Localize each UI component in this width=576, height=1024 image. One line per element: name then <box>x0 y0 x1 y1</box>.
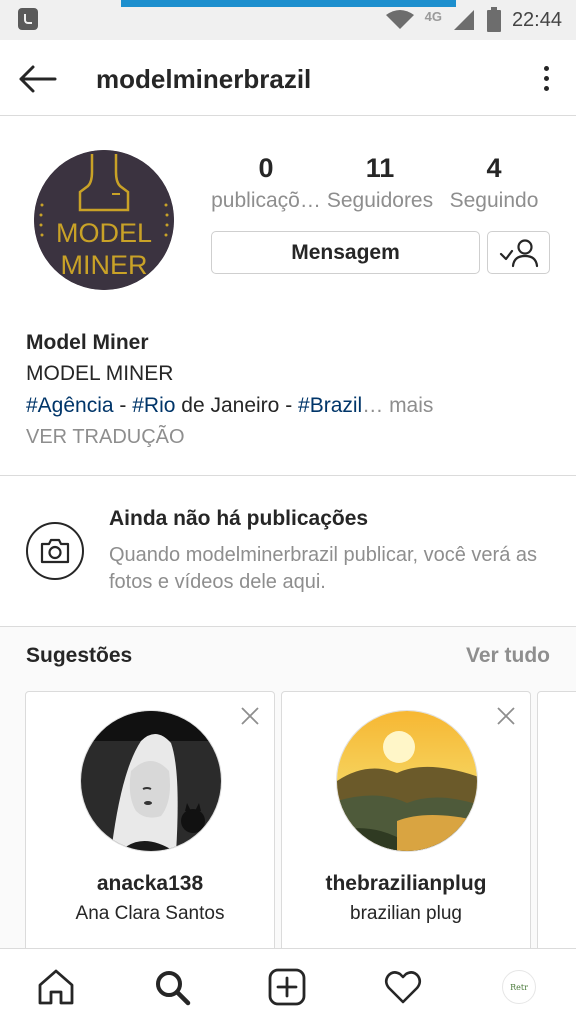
page-title: modelminerbrazil <box>96 64 312 94</box>
more-dot <box>543 75 549 81</box>
stat-following-label: Seguindo <box>449 189 539 212</box>
bio-line: MODEL MINER <box>26 362 174 385</box>
nav-new-post[interactable] <box>267 967 307 1007</box>
plus-square-icon <box>268 968 306 1006</box>
suggestion-username[interactable]: thebrazilianplug <box>282 872 530 896</box>
see-translation-link[interactable]: VER TRADUÇÃO <box>26 422 556 452</box>
bio-name: Model Miner <box>26 331 149 354</box>
close-icon[interactable] <box>496 706 516 726</box>
profile-avatar[interactable]: MODEL MINER <box>34 150 174 290</box>
home-icon <box>38 969 74 1005</box>
profile-bio: Model Miner MODEL MINER #Agência - #Rio … <box>26 330 556 452</box>
user-check-icon <box>499 238 538 267</box>
hashtag-brazil[interactable]: #Brazil <box>298 394 362 417</box>
hashtag-agencia[interactable]: #Agência <box>26 394 114 417</box>
status-icons: 4G 22:44 <box>385 6 562 34</box>
more-options-button[interactable] <box>532 60 560 96</box>
nav-search[interactable] <box>152 967 192 1007</box>
suggestions-title: Sugestões <box>26 644 133 667</box>
arrow-left-icon <box>19 65 57 93</box>
stat-followers-count: 11 <box>365 153 395 183</box>
empty-posts-title: Ainda não há publicações <box>109 507 369 530</box>
suggestion-card[interactable]: thebrazilianplug brazilian plug <box>281 691 531 961</box>
stat-posts-label: publicaçõ… <box>211 189 321 212</box>
profile-thumb-avatar: Retr <box>502 970 536 1004</box>
top-bar: modelminerbrazil <box>0 40 576 116</box>
close-icon[interactable] <box>240 706 260 726</box>
network-type: 4G <box>424 8 442 24</box>
suggestions-section: Sugestões Ver tudo anacka138 Ana Clara S… <box>0 626 576 961</box>
suggestion-card[interactable]: anacka138 Ana Clara Santos <box>25 691 275 961</box>
bio-text: de Janeiro - <box>175 394 299 417</box>
see-all-button[interactable]: Ver tudo <box>466 644 550 668</box>
nav-profile[interactable]: Retr <box>499 967 539 1007</box>
status-bar: 4G 22:44 <box>0 0 576 40</box>
suggestion-avatar[interactable] <box>336 710 478 852</box>
heart-icon <box>384 971 422 1004</box>
stat-following[interactable]: 4 Seguindo <box>436 150 552 216</box>
following-button[interactable] <box>487 231 550 274</box>
clock: 22:44 <box>511 8 562 31</box>
bio-more-link[interactable]: … mais <box>362 394 433 417</box>
nav-activity[interactable] <box>383 967 423 1007</box>
nav-home[interactable] <box>36 967 76 1007</box>
divider <box>0 475 576 476</box>
back-button[interactable] <box>14 56 60 102</box>
camera-icon <box>26 522 84 580</box>
stat-followers-label: Seguidores <box>326 189 434 212</box>
bio-hashtags: #Agência - #Rio de Janeiro - #Brazil… ma… <box>26 390 556 422</box>
empty-posts-description: Quando modelminerbrazil publicar, você v… <box>109 544 537 593</box>
notification-icon <box>18 8 38 30</box>
more-dot <box>543 85 549 91</box>
message-button[interactable]: Mensagem <box>211 231 480 274</box>
suggestion-full-name: brazilian plug <box>350 903 462 924</box>
avatar-logo-line1: MODEL <box>56 218 152 248</box>
battery-icon <box>486 7 501 32</box>
stat-followers[interactable]: 11 Seguidores <box>322 150 438 216</box>
more-dot <box>543 65 549 71</box>
hashtag-rio[interactable]: #Rio <box>132 394 175 417</box>
suggestion-username[interactable]: anacka138 <box>26 872 274 896</box>
stat-following-count: 4 <box>486 153 502 183</box>
suggestion-avatar[interactable] <box>80 710 222 852</box>
stat-posts[interactable]: 0 publicaçõ… <box>208 150 324 216</box>
signal-icon <box>453 10 474 30</box>
suggestion-card-partial[interactable] <box>537 691 576 961</box>
wifi-icon <box>385 10 414 29</box>
stat-posts-count: 0 <box>258 153 274 183</box>
bio-separator: - <box>113 394 133 417</box>
search-icon <box>156 971 191 1006</box>
model-miner-logo: MODEL MINER <box>34 150 174 290</box>
bottom-nav: Retr <box>0 948 576 1024</box>
suggestion-full-name: Ana Clara Santos <box>75 903 225 924</box>
profile-stats: 0 publicaçõ… 11 Seguidores 4 Seguindo <box>208 150 552 222</box>
avatar-logo-line2: MINER <box>61 250 148 280</box>
